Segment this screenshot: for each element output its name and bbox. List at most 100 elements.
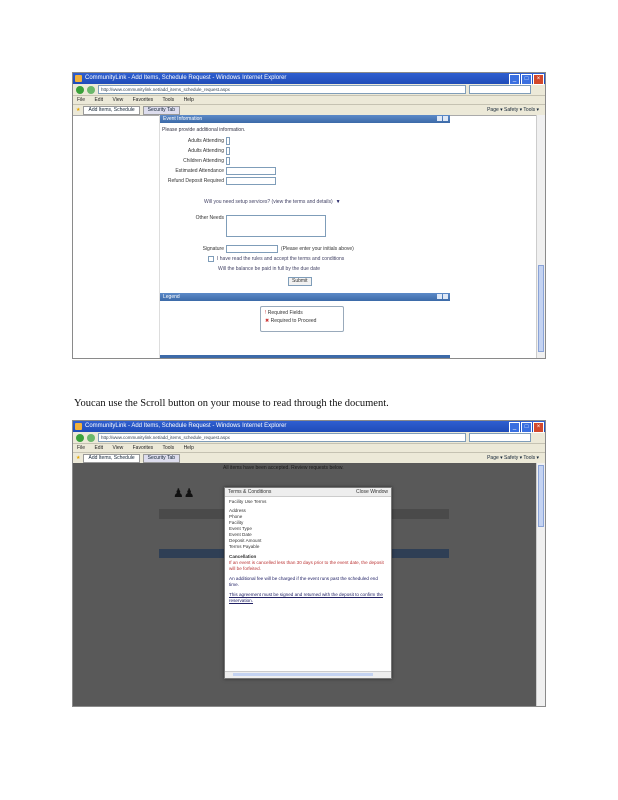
expand-icon[interactable] [443,116,448,121]
event-info-header: Event Information [160,115,450,123]
modal-note: This agreement must be signed and return… [229,592,383,603]
legend-item: Required to Proceed [270,318,317,324]
tab-add-items[interactable]: Add Items, Schedule [83,453,140,463]
menu-view[interactable]: View [112,97,123,103]
deposit-input[interactable] [226,177,276,185]
search-input[interactable] [469,85,531,94]
modal-body: Facility Use Terms Address Phone Facilit… [225,497,391,606]
modal-title: Terms & Conditions [228,489,272,495]
forward-icon[interactable] [87,85,95,94]
toolbar-commands[interactable]: Page ▾ Safety ▾ Tools ▾ [487,107,539,113]
instruction-caption: Youcan use the Scroll button on your mou… [74,398,389,409]
proceed-icon: ✖ [265,318,270,324]
ie-icon [75,75,82,82]
menu-edit[interactable]: Edit [94,97,103,103]
attendance-input[interactable] [226,167,276,175]
adults-input-2[interactable] [226,147,230,155]
legend-title: Legend [163,294,180,300]
panel-title: Event Information [163,116,203,122]
setup-question: Will you need setup services? (view the … [204,199,341,205]
field-label: Adults Attending [187,138,224,144]
menu-bar: File Edit View Favorites Tools Help [73,96,545,105]
collapse-icon[interactable] [437,294,442,299]
menu-help[interactable]: Help [184,97,194,103]
modal-paragraph: If an event is cancelled less than 30 da… [229,560,384,571]
address-bar: http://www.communitylink.net/add_items_s… [73,432,545,444]
submit-button[interactable]: Submit [288,277,312,286]
close-button[interactable]: × [533,74,544,85]
modal-scroll-thumb[interactable] [233,673,373,676]
modal-close-link[interactable]: Close Window [356,488,388,496]
address-bar: http://www.communitylink.net/add_items_s… [73,84,545,96]
form-column: Event Information Please provide additio… [159,115,450,358]
window-titlebar: CommunityLink - Add Items, Schedule Requ… [73,73,545,85]
balance-text: Will the balance be paid in full by the … [218,266,321,272]
other-needs-textarea[interactable] [226,215,326,237]
minimize-button[interactable]: _ [509,422,520,433]
maximize-button[interactable]: □ [521,74,532,85]
menu-file[interactable]: File [77,97,85,103]
menu-favorites[interactable]: Favorites [133,97,154,103]
scroll-thumb[interactable] [538,465,544,527]
field-label: Estimated Attendance [175,168,224,174]
maximize-button[interactable]: □ [521,422,532,433]
screenshot-2: CommunityLink - Add Items, Schedule Requ… [72,420,546,707]
collapse-icon[interactable] [437,116,442,121]
back-icon[interactable] [76,85,84,94]
menu-edit[interactable]: Edit [94,445,103,451]
page-content: Event Information Please provide additio… [73,115,536,358]
window-titlebar: CommunityLink - Add Items, Schedule Requ… [73,421,545,433]
close-button[interactable]: × [533,422,544,433]
family-logo-icon: ♟♟ [173,486,195,500]
legend-header: Legend [160,293,450,301]
modal-horizontal-scrollbar[interactable] [225,671,391,678]
footer-bar [160,355,450,358]
field-label: Children Attending [183,158,224,164]
adults-input[interactable] [226,137,230,145]
modal-subtitle: Facility Use Terms [229,499,267,504]
expand-icon[interactable] [443,294,448,299]
url-input[interactable]: http://www.communitylink.net/add_items_s… [98,85,466,94]
favorites-star-icon[interactable]: ★ [76,107,80,113]
menu-favorites[interactable]: Favorites [133,445,154,451]
vertical-scrollbar[interactable] [536,463,545,706]
toolbar-commands[interactable]: Page ▾ Safety ▾ Tools ▾ [487,455,539,461]
menu-tools[interactable]: Tools [162,97,174,103]
modal-header: Terms & Conditions Close Window [225,488,391,497]
required-icon: ! [265,310,267,316]
window-title: CommunityLink - Add Items, Schedule Requ… [85,423,287,429]
menu-file[interactable]: File [77,445,85,451]
ie-icon [75,423,82,430]
favorites-star-icon[interactable]: ★ [76,455,80,461]
window-title: CommunityLink - Add Items, Schedule Requ… [85,75,287,81]
tab-add-items[interactable]: Add Items, Schedule [83,105,140,115]
legend-box: ! Required Fields ✖ Required to Proceed [260,306,344,332]
modal-line: Terms Payable [229,544,260,549]
menu-tools[interactable]: Tools [162,445,174,451]
page-banner: All items have been accepted. Review req… [223,465,344,471]
signature-input[interactable] [226,245,278,253]
event-form: Please provide additional information. A… [160,123,450,293]
menu-help[interactable]: Help [184,445,194,451]
legend-item: Required Fields [267,310,303,316]
other-needs-label: Other Needs [195,215,224,221]
url-input[interactable]: http://www.communitylink.net/add_items_s… [98,433,466,442]
signature-label: Signature [202,246,224,252]
signature-hint: (Please enter your initials above) [281,246,354,252]
forward-icon[interactable] [87,433,95,442]
terms-modal: Terms & Conditions Close Window Facility… [224,487,392,679]
screenshot-1: CommunityLink - Add Items, Schedule Requ… [72,72,546,359]
scroll-thumb[interactable] [538,265,544,352]
tab-security[interactable]: Security Tab [142,453,181,463]
menu-view[interactable]: View [112,445,123,451]
field-label: Refund Deposit Required [167,178,224,184]
children-input[interactable] [226,157,230,165]
dropdown-icon[interactable]: ▼ [336,199,341,205]
minimize-button[interactable]: _ [509,74,520,85]
tab-security[interactable]: Security Tab [142,105,181,115]
agree-checkbox[interactable] [208,256,214,262]
modal-paragraph-2: An additional fee will be charged if the… [229,576,378,587]
back-icon[interactable] [76,433,84,442]
search-input[interactable] [469,433,531,442]
vertical-scrollbar[interactable] [536,115,545,358]
